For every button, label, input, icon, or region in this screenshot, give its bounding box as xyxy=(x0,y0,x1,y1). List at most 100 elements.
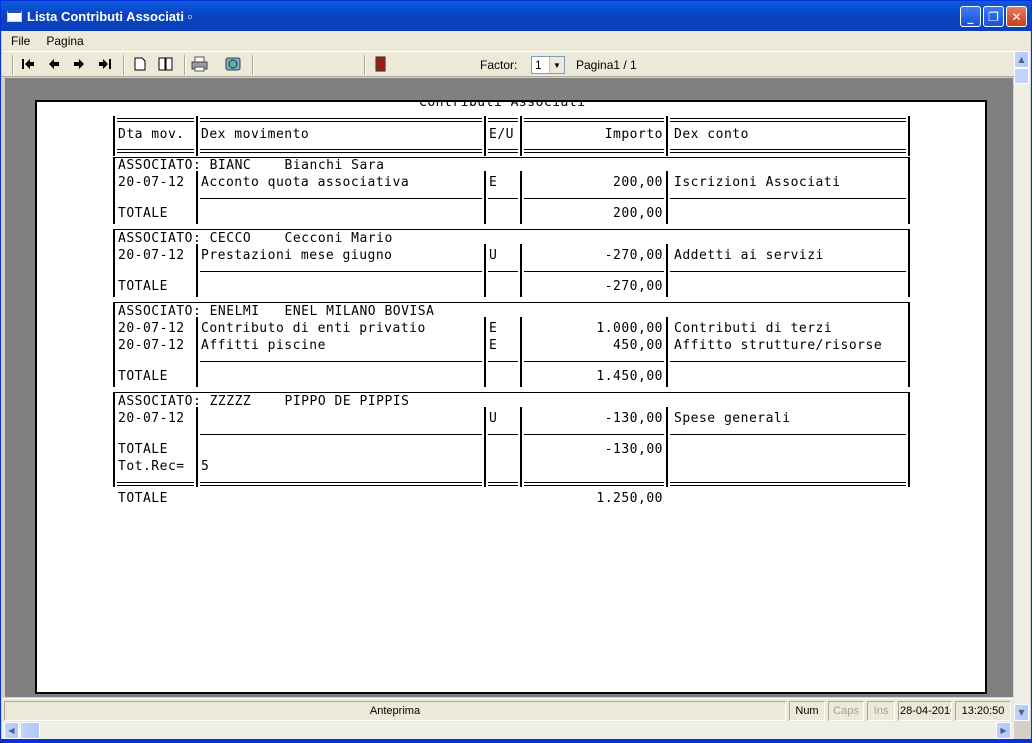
column-separator xyxy=(484,317,486,387)
header-amount: Importo xyxy=(604,127,663,142)
double-rule xyxy=(670,485,906,486)
single-page-icon[interactable] xyxy=(130,55,150,73)
row-description: Prestazioni mese giugno xyxy=(201,248,393,263)
scroll-down-icon[interactable]: ▼ xyxy=(1014,704,1029,721)
exit-door-icon[interactable] xyxy=(370,55,390,73)
first-page-icon[interactable] xyxy=(18,55,38,73)
report-title: Contributi Associati xyxy=(419,100,586,110)
last-page-icon[interactable] xyxy=(95,55,115,73)
chevron-down-icon[interactable]: ▼ xyxy=(549,57,564,73)
group-header: ASSOCIATO: CECCO Cecconi Mario xyxy=(118,231,393,246)
double-rule xyxy=(117,152,194,153)
window-title: Lista Contributi Associati ▫ xyxy=(27,8,193,24)
column-separator xyxy=(196,116,198,156)
menu-pagina[interactable]: Pagina xyxy=(37,34,90,48)
grand-total-label: TOTALE xyxy=(118,491,168,506)
restore-button[interactable]: ❐ xyxy=(983,6,1004,27)
factor-value: 1 xyxy=(535,58,542,72)
double-rule xyxy=(488,485,518,486)
row-amount: -270,00 xyxy=(604,248,663,263)
status-mode: Anteprima xyxy=(4,701,786,721)
row-account: Addetti ai servizi xyxy=(674,248,824,263)
double-rule xyxy=(670,152,906,153)
scroll-thumb[interactable] xyxy=(1014,68,1029,84)
rule-line xyxy=(488,434,518,435)
export-icon[interactable] xyxy=(224,55,244,73)
double-rule xyxy=(488,118,518,119)
double-rule xyxy=(117,485,194,486)
rule-line xyxy=(670,198,906,199)
print-icon[interactable] xyxy=(190,55,210,73)
column-separator xyxy=(196,407,198,487)
row-date: 20-07-12 xyxy=(118,338,185,353)
scroll-right-icon[interactable]: ▶ xyxy=(996,722,1011,739)
scroll-up-icon[interactable]: ▲ xyxy=(1014,51,1029,68)
column-separator xyxy=(908,393,910,487)
scroll-left-icon[interactable]: ◀ xyxy=(4,722,19,739)
double-rule xyxy=(488,149,518,150)
title-bar[interactable]: Lista Contributi Associati ▫ _ ❐ ✕ xyxy=(1,1,1031,31)
double-rule xyxy=(117,482,194,483)
row-description: Affitti piscine xyxy=(201,338,326,353)
double-rule xyxy=(200,121,482,122)
status-caps: Caps xyxy=(828,701,864,721)
rule-line xyxy=(670,271,906,272)
status-ins: Ins xyxy=(867,701,895,721)
rule-line xyxy=(200,271,482,272)
group-separator xyxy=(113,229,910,230)
rule-line xyxy=(200,361,482,362)
double-rule xyxy=(200,152,482,153)
column-separator xyxy=(666,317,668,387)
double-rule xyxy=(488,482,518,483)
vertical-scrollbar[interactable]: ▲ ▼ xyxy=(1014,51,1030,721)
double-rule xyxy=(524,121,664,122)
row-amount: 450,00 xyxy=(613,338,663,353)
double-rule xyxy=(524,485,664,486)
row-account: Affitto strutture/risorse xyxy=(674,338,883,353)
rule-line xyxy=(524,271,664,272)
row-eu: E xyxy=(489,175,498,190)
double-rule xyxy=(670,121,906,122)
double-rule xyxy=(488,121,518,122)
menu-bar: File Pagina xyxy=(2,31,1030,51)
group-total-amount: 1.450,00 xyxy=(596,369,663,384)
two-pages-icon[interactable] xyxy=(156,55,176,73)
rule-line xyxy=(488,198,518,199)
column-separator xyxy=(908,157,910,224)
group-total-label: TOTALE xyxy=(118,206,168,221)
column-separator xyxy=(196,171,198,224)
double-rule xyxy=(670,118,906,119)
group-header: ASSOCIATO: BIANC Bianchi Sara xyxy=(118,158,385,173)
row-date: 20-07-12 xyxy=(118,321,185,336)
app-icon[interactable] xyxy=(7,10,22,22)
hscroll-thumb[interactable] xyxy=(20,722,40,739)
rule-line xyxy=(488,271,518,272)
grand-total-amount: 1.250,00 xyxy=(596,491,663,506)
column-separator xyxy=(484,171,486,224)
column-separator xyxy=(666,407,668,487)
row-amount: 200,00 xyxy=(613,175,663,190)
group-header: ASSOCIATO: ZZZZZ PIPPO DE PIPPIS xyxy=(118,394,410,409)
group-separator xyxy=(113,302,910,303)
minimize-button[interactable]: _ xyxy=(960,6,981,27)
column-separator xyxy=(908,230,910,297)
double-rule xyxy=(200,118,482,119)
horizontal-scrollbar[interactable]: ◀ ▶ xyxy=(2,722,1014,739)
close-button[interactable]: ✕ xyxy=(1006,6,1027,27)
application-window: Lista Contributi Associati ▫ _ ❐ ✕ File … xyxy=(0,0,1032,743)
double-rule xyxy=(200,149,482,150)
report-content: Contributi Associati Dta mov. Dex moviment… xyxy=(37,100,985,692)
rule-line xyxy=(488,361,518,362)
header-date: Dta mov. xyxy=(118,127,185,142)
rule-line xyxy=(200,434,482,435)
prev-page-icon[interactable] xyxy=(44,55,64,73)
rule-line xyxy=(524,434,664,435)
double-rule xyxy=(488,152,518,153)
row-eu: U xyxy=(489,248,498,263)
menu-file[interactable]: File xyxy=(2,34,37,48)
row-eu: E xyxy=(489,338,498,353)
row-eu: U xyxy=(489,411,498,426)
column-separator xyxy=(113,230,115,297)
factor-select[interactable]: 1 ▼ xyxy=(531,56,565,74)
next-page-icon[interactable] xyxy=(69,55,89,73)
